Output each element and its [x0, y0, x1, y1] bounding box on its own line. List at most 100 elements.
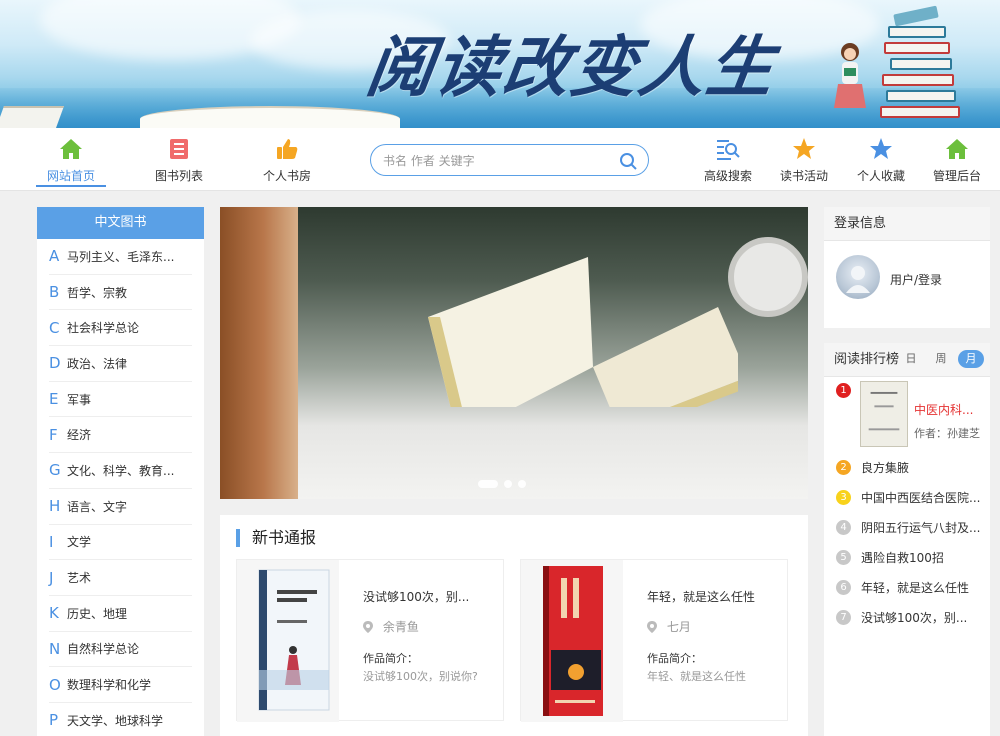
ranking-first-title[interactable]: 中医内科...	[914, 401, 973, 418]
category-item[interactable]: J 艺术	[49, 560, 192, 596]
ranking-item-name: 良方集腋	[861, 460, 910, 475]
nav-advanced-search[interactable]: 高级搜索	[693, 136, 763, 184]
category-letter: J	[49, 568, 54, 587]
category-item[interactable]: A 马列主义、毛泽东...	[49, 239, 192, 275]
carousel-dot[interactable]	[518, 480, 526, 488]
login-link[interactable]: 用户/登录	[890, 271, 942, 288]
new-book-author: 七月	[647, 618, 691, 635]
category-letter: E	[49, 390, 59, 409]
reading-girl-illustration	[834, 43, 866, 108]
carousel-slide-image	[298, 207, 808, 499]
ranking-item[interactable]: 5 遇险自救100招	[836, 547, 944, 567]
favorite-star-icon	[870, 138, 892, 159]
location-pin-icon	[363, 621, 373, 633]
category-name: 经济	[67, 428, 92, 443]
category-item[interactable]: D 政治、法律	[49, 346, 192, 382]
rank-number: 1	[836, 382, 851, 398]
search-icon[interactable]	[618, 151, 638, 171]
category-item[interactable]: N 自然科学总论	[49, 632, 192, 668]
nav-reading-activity[interactable]: 读书活动	[769, 136, 839, 184]
category-letter: G	[49, 461, 61, 480]
rank-number: 5	[836, 549, 851, 565]
search-input[interactable]	[383, 151, 603, 171]
category-letter: H	[49, 497, 61, 516]
ranking-header: 阅读排行榜 日 周 月	[824, 343, 990, 377]
nav-reading-activity-label: 读书活动	[779, 169, 828, 183]
new-book-card[interactable]: 没试够100次，别... 余青鱼 作品简介： 没试够100次，别说你?	[236, 559, 504, 722]
nav-my-study-label: 个人书房	[262, 169, 311, 183]
category-name: 语言、文字	[67, 499, 128, 514]
ranking-item-name: 阴阳五行运气八封及...	[861, 520, 981, 535]
category-title: 中文图书	[37, 207, 204, 239]
category-item[interactable]: O 数理科学和化学	[49, 667, 192, 703]
nav-favorites-label: 个人收藏	[856, 169, 905, 183]
nav-book-list-label: 图书列表	[154, 169, 203, 183]
new-book-card[interactable]: 年轻，就是这么任性 七月 作品简介： 年轻、就是这么任性	[520, 559, 788, 722]
ranking-title: 阅读排行榜	[834, 352, 900, 367]
category-letter: O	[49, 675, 61, 694]
ranking-item-first[interactable]: 1	[836, 380, 861, 400]
hero-carousel[interactable]	[220, 207, 808, 499]
carousel-indicators	[478, 480, 526, 488]
ranking-item[interactable]: 4 阴阳五行运气八封及...	[836, 517, 980, 537]
book-cover	[237, 560, 339, 722]
user-silhouette-icon	[846, 266, 870, 293]
rank-number: 7	[836, 609, 851, 625]
category-item[interactable]: G 文化、科学、教育...	[49, 453, 192, 489]
category-item[interactable]: B 哲学、宗教	[49, 275, 192, 311]
category-name: 哲学、宗教	[67, 285, 128, 300]
main-nav: 网站首页 图书列表 个人书房 高级搜索	[0, 128, 1000, 191]
category-letter: B	[49, 283, 60, 302]
new-book-author-name: 七月	[666, 620, 691, 634]
nav-admin-label: 管理后台	[932, 169, 981, 183]
category-item[interactable]: P 天文学、地球科学	[49, 703, 192, 736]
nav-admin[interactable]: 管理后台	[922, 136, 992, 184]
home-icon	[60, 139, 82, 159]
ranking-item[interactable]: 7 没试够100次，别...	[836, 607, 967, 627]
category-item[interactable]: I 文学	[49, 525, 192, 561]
carousel-dot[interactable]	[504, 480, 512, 488]
category-letter: D	[49, 354, 61, 373]
location-pin-icon	[647, 621, 657, 633]
carousel-dot[interactable]	[478, 480, 498, 488]
category-item[interactable]: H 语言、文字	[49, 489, 192, 525]
category-letter: N	[49, 639, 61, 658]
ranking-first-cover	[860, 381, 908, 447]
category-panel: 中文图书 A 马列主义、毛泽东... B 哲学、宗教 C 社会科学总论 D 政治、法律 …	[37, 207, 204, 736]
ranking-item[interactable]: 3 中国中西医结合医院...	[836, 487, 980, 507]
category-item[interactable]: F 经济	[49, 417, 192, 454]
new-book-title: 年轻，就是这么任性	[647, 590, 756, 604]
ranking-item[interactable]: 6 年轻，就是这么任性	[836, 577, 969, 597]
nav-advanced-search-label: 高级搜索	[703, 169, 752, 183]
new-book-intro-label: 作品简介：	[363, 652, 418, 665]
new-book-intro-label: 作品简介：	[647, 652, 702, 665]
tab-day[interactable]: 日	[898, 350, 924, 368]
advanced-search-icon	[717, 140, 740, 160]
category-name: 社会科学总论	[67, 321, 140, 336]
category-item[interactable]: K 历史、地理	[49, 596, 192, 632]
category-item[interactable]: C 社会科学总论	[49, 310, 192, 347]
book-stack-illustration	[880, 5, 980, 124]
nav-favorites[interactable]: 个人收藏	[846, 136, 916, 184]
login-title: 登录信息	[824, 207, 990, 241]
category-name: 天文学、地球科学	[67, 713, 164, 728]
thumbs-up-icon	[277, 139, 298, 159]
category-item[interactable]: E 军事	[49, 382, 192, 418]
clock-illustration	[728, 237, 808, 317]
banner-slogan: 阅读改变人生	[361, 28, 781, 106]
ranking-item-name: 年轻，就是这么任性	[861, 580, 970, 595]
tab-week[interactable]: 周	[928, 350, 954, 368]
category-name: 艺术	[67, 571, 92, 586]
search-box	[370, 144, 649, 176]
new-books-section: 新书通报 没试够100次，别... 余青鱼 作品简介： 没试够100次，别说你?	[220, 515, 808, 736]
avatar[interactable]	[836, 255, 880, 299]
nav-book-list[interactable]: 图书列表	[144, 136, 214, 184]
rank-number: 2	[836, 459, 851, 475]
tab-month[interactable]: 月	[958, 350, 984, 368]
ranking-item[interactable]: 2 良方集腋	[836, 457, 909, 477]
nav-home[interactable]: 网站首页	[36, 136, 106, 187]
nav-my-study[interactable]: 个人书房	[252, 136, 322, 184]
new-book-author-name: 余青鱼	[382, 620, 419, 634]
category-name: 文化、科学、教育...	[67, 463, 175, 478]
category-letter: C	[49, 318, 60, 337]
